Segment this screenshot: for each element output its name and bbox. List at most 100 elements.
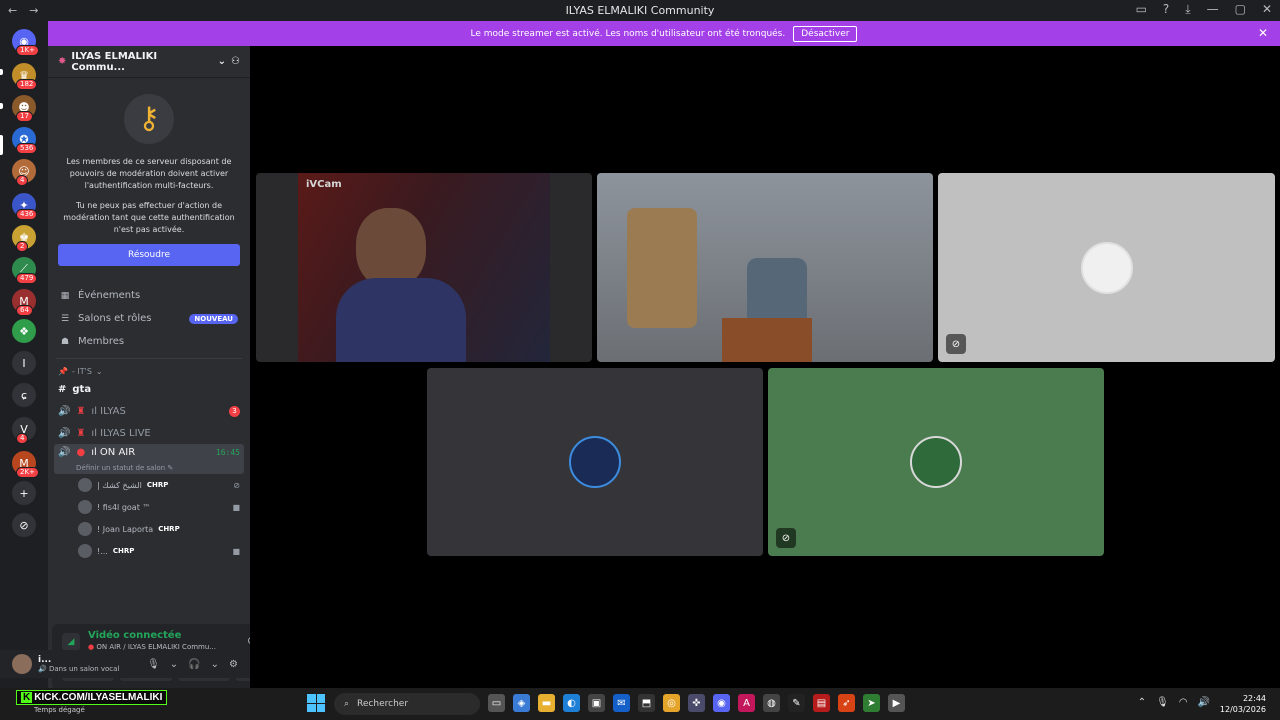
- kick-overlay: K KICK.COM/ILYASELMALIKI: [16, 690, 168, 705]
- server-icon[interactable]: ɕ: [12, 383, 36, 407]
- channel-ilyas-live[interactable]: 🔊 ♜ ıl ILYAS LIVE: [48, 422, 250, 444]
- forward-icon[interactable]: →: [29, 4, 38, 17]
- weather-widget[interactable]: Temps dégagé: [34, 706, 85, 714]
- channel-gta[interactable]: # gta: [48, 378, 250, 400]
- armchair-shape: [627, 208, 697, 328]
- events-item[interactable]: ▦ Événements: [48, 284, 250, 307]
- server-icon[interactable]: ✪ 536: [12, 127, 38, 154]
- outlook-icon[interactable]: ✉: [613, 694, 630, 712]
- volume-icon[interactable]: 🔊: [1198, 697, 1210, 708]
- user-info[interactable]: i... 🔊 Dans un salon vocal: [38, 655, 119, 673]
- wifi-icon[interactable]: ◠: [1179, 697, 1188, 708]
- settings-gear-icon[interactable]: ⚙: [229, 659, 238, 670]
- server-icon[interactable]: ❖: [12, 319, 36, 343]
- guild-header[interactable]: ✸ ILYAS ELMALIKI Commu... ⌄ ⚇: [48, 46, 250, 78]
- guild-icon: ✸: [58, 56, 67, 67]
- avatar: [569, 436, 621, 488]
- chevron-down-icon: ⌄: [95, 367, 103, 376]
- video-tile[interactable]: ⊘: [768, 368, 1104, 556]
- voice-user-name: ! Joan Laporta: [97, 524, 154, 534]
- copilot-icon[interactable]: ◈: [513, 694, 530, 712]
- discord-icon[interactable]: ◉: [713, 694, 730, 712]
- chevron-down-icon: ⌄: [217, 56, 227, 67]
- maximize-button[interactable]: ▢: [1235, 2, 1246, 17]
- set-status-link[interactable]: Définir un statut de salon ✎: [58, 464, 240, 472]
- server-icon[interactable]: ☺ 4: [12, 159, 36, 186]
- server-icon[interactable]: ◉ 1K+: [12, 29, 39, 56]
- close-icon[interactable]: ✕: [1258, 26, 1268, 40]
- server-icon[interactable]: V4: [12, 417, 36, 444]
- search-input[interactable]: ⌕ Rechercher: [334, 693, 480, 715]
- camera-icon: ■: [232, 502, 240, 512]
- minimize-button[interactable]: —: [1207, 2, 1219, 17]
- speaker-icon: 🔊: [58, 427, 71, 439]
- inbox-icon[interactable]: ▭: [1136, 2, 1147, 17]
- server-icon[interactable]: ⟋ 479: [12, 257, 38, 284]
- chevron-down-icon[interactable]: ⌄: [170, 659, 178, 670]
- gamepad-icon[interactable]: ✜: [688, 694, 705, 712]
- store-icon[interactable]: ▣: [588, 694, 605, 712]
- voice-user-name: | الشيخ كشك: [97, 480, 142, 490]
- close-window-button[interactable]: ✕: [1262, 2, 1272, 17]
- mfa-notice: ⚷ Les membres de ce serveur disposant de…: [48, 78, 250, 236]
- adobe-icon[interactable]: A: [738, 694, 755, 712]
- video-tile[interactable]: [597, 173, 933, 362]
- voice-user[interactable]: !... CHRP ■: [48, 540, 250, 562]
- server-icon[interactable]: ♛ 182: [12, 63, 38, 90]
- taskbar: K KICK.COM/ILYASELMALIKI Temps dégagé ⌕ Re…: [0, 688, 1280, 720]
- explore-button[interactable]: ⊘: [12, 513, 36, 537]
- server-icon[interactable]: ♚ 2: [12, 225, 36, 252]
- channel-sidebar: ✸ ILYAS ELMALIKI Commu... ⌄ ⚇ ⚷ Les memb…: [48, 46, 294, 690]
- clock[interactable]: 22:44 12/03/2026: [1220, 693, 1266, 715]
- members-item[interactable]: ☗ Membres: [48, 330, 250, 353]
- app-icon[interactable]: ▤: [813, 694, 830, 712]
- muted-icon: ⊘: [776, 528, 796, 548]
- obs-icon[interactable]: ◍: [763, 694, 780, 712]
- server-icon[interactable]: ✦ 436: [12, 193, 38, 220]
- video-tile[interactable]: [427, 368, 763, 556]
- media-player-icon[interactable]: ▶: [888, 694, 905, 712]
- edge-icon[interactable]: ◐: [563, 694, 580, 712]
- app-icon[interactable]: ➤: [863, 694, 880, 712]
- channel-ilyas[interactable]: 🔊 ♜ ıl ILYAS 3: [48, 400, 250, 422]
- channel-on-air[interactable]: 🔊 ● ıl ON AIR 16:45 Définir un statut de…: [54, 444, 244, 474]
- server-icon[interactable]: ☻ 17: [12, 95, 36, 122]
- video-tile[interactable]: ⊘: [938, 173, 1275, 362]
- system-tray: ⌃ 🎙 ◠ 🔊: [1138, 697, 1210, 708]
- start-button[interactable]: [307, 694, 325, 712]
- add-server-button[interactable]: +: [12, 481, 36, 505]
- chevron-up-icon[interactable]: ⌃: [1138, 697, 1146, 708]
- kick-logo-icon: K: [21, 692, 33, 703]
- channels-roles-item[interactable]: ☰ Salons et rôles NOUVEAU: [48, 307, 250, 330]
- chrome-icon[interactable]: ◎: [663, 694, 680, 712]
- app-icon[interactable]: ⬒: [638, 694, 655, 712]
- resolve-button[interactable]: Résoudre: [58, 244, 240, 266]
- voice-user[interactable]: | الشيخ كشك CHRP ⊘: [48, 474, 250, 496]
- channel-category[interactable]: 📌 - IT'S ⌄: [48, 359, 250, 378]
- camera-icon: ■: [232, 546, 240, 556]
- avatar[interactable]: [12, 654, 32, 674]
- headphones-icon[interactable]: 🎧: [188, 659, 200, 670]
- voice-user[interactable]: ! fis4l goat ™ ■: [48, 496, 250, 518]
- server-icon[interactable]: I: [12, 351, 36, 375]
- app-icon[interactable]: ✎: [788, 694, 805, 712]
- server-badge: 436: [16, 209, 38, 220]
- microphone-icon[interactable]: 🎙: [1156, 697, 1169, 708]
- call-timer: 16:45: [215, 447, 240, 457]
- app-icon[interactable]: ➶: [838, 694, 855, 712]
- file-explorer-icon[interactable]: ▬: [538, 694, 555, 712]
- back-icon[interactable]: ←: [8, 4, 17, 17]
- role-tag: CHRP: [146, 481, 169, 489]
- video-tile[interactable]: iVCam: [256, 173, 592, 362]
- task-view-icon[interactable]: ▭: [488, 694, 505, 712]
- signal-icon[interactable]: ◢: [62, 633, 80, 651]
- chevron-down-icon[interactable]: ⌄: [211, 659, 219, 670]
- server-icon[interactable]: M 64: [12, 289, 36, 316]
- voice-user[interactable]: ! Joan Laporta CHRP: [48, 518, 250, 540]
- help-icon[interactable]: ?: [1163, 2, 1169, 17]
- microphone-icon[interactable]: 🎙: [147, 659, 160, 670]
- disable-streamer-button[interactable]: Désactiver: [793, 25, 858, 42]
- download-icon[interactable]: ⤓: [1185, 2, 1190, 17]
- server-icon[interactable]: M 2K+: [12, 451, 39, 478]
- invite-icon[interactable]: ⚇: [231, 56, 240, 67]
